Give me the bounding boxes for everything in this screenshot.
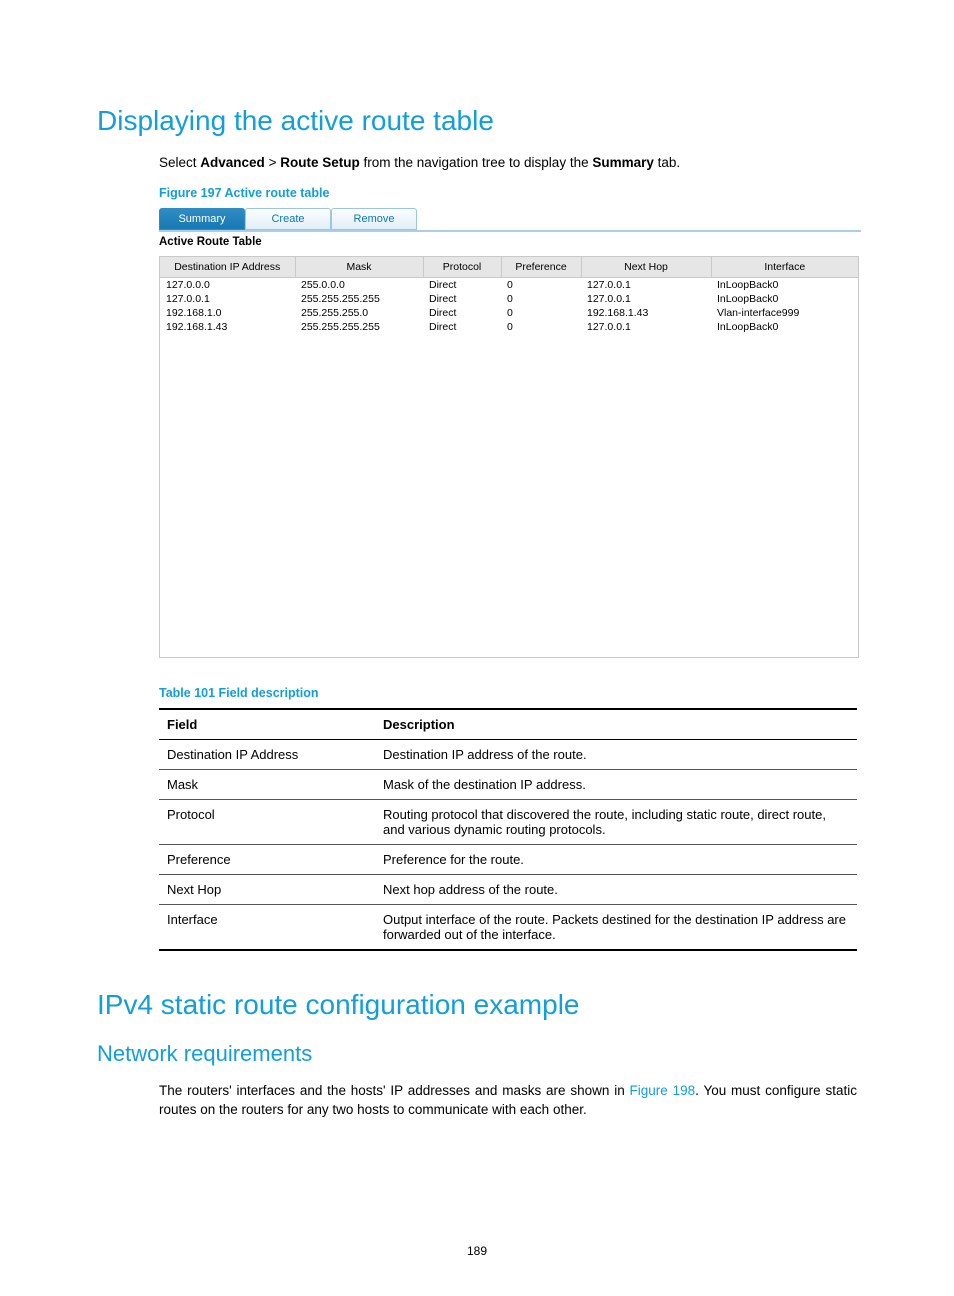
page-number: 189 [0,1244,954,1258]
cell-description: Preference for the route. [375,845,857,875]
cell-field: Destination IP Address [159,740,375,770]
cell-field: Mask [159,770,375,800]
cell-pref: 0 [501,306,581,320]
tab-create[interactable]: Create [245,208,331,230]
table-row: Destination IP AddressDestination IP add… [159,740,857,770]
route-table-grid: Destination IP Address Mask Protocol Pre… [159,256,859,658]
cell-description: Routing protocol that discovered the rou… [375,800,857,845]
cell-field: Preference [159,845,375,875]
cell-description: Next hop address of the route. [375,875,857,905]
table-row[interactable]: 192.168.1.43255.255.255.255Direct0127.0.… [160,320,858,334]
cell-protocol: Direct [423,278,501,292]
cell-nexthop: 127.0.0.1 [581,320,711,334]
tab-summary[interactable]: Summary [159,208,245,230]
tab-bar: Summary Create Remove [159,206,861,230]
col-header-protocol[interactable]: Protocol [423,257,501,278]
cell-pref: 0 [501,278,581,292]
cell-pref: 0 [501,320,581,334]
table-row: MaskMask of the destination IP address. [159,770,857,800]
text: The routers' interfaces and the hosts' I… [159,1083,630,1098]
cell-field: Interface [159,905,375,951]
cell-mask: 255.255.255.255 [295,320,423,334]
cell-dest: 127.0.0.0 [160,278,295,292]
cell-dest: 192.168.1.43 [160,320,295,334]
body-text: The routers' interfaces and the hosts' I… [159,1081,857,1120]
table-row[interactable]: 127.0.0.1255.255.255.255Direct0127.0.0.1… [160,292,858,306]
figure-caption: Figure 197 Active route table [159,186,857,200]
text-bold: Advanced [200,155,265,170]
cell-protocol: Direct [423,292,501,306]
cell-mask: 255.255.255.255 [295,292,423,306]
cell-description: Mask of the destination IP address. [375,770,857,800]
cell-nexthop: 127.0.0.1 [581,292,711,306]
table-row: InterfaceOutput interface of the route. … [159,905,857,951]
col-header-preference[interactable]: Preference [501,257,581,278]
cell-iface: InLoopBack0 [711,292,858,306]
col-header-interface[interactable]: Interface [711,257,858,278]
cell-nexthop: 127.0.0.1 [581,278,711,292]
text-bold: Summary [592,155,654,170]
heading-displaying-active-route-table: Displaying the active route table [97,105,857,137]
cell-description: Destination IP address of the route. [375,740,857,770]
intro-text: Select Advanced > Route Setup from the n… [159,155,857,170]
col-header-field: Field [159,709,375,740]
cell-protocol: Direct [423,306,501,320]
cell-nexthop: 192.168.1.43 [581,306,711,320]
cell-mask: 255.0.0.0 [295,278,423,292]
cell-pref: 0 [501,292,581,306]
cell-field: Protocol [159,800,375,845]
table-row: Next HopNext hop address of the route. [159,875,857,905]
cell-iface: InLoopBack0 [711,278,858,292]
table-row: PreferencePreference for the route. [159,845,857,875]
text-bold: Route Setup [280,155,360,170]
table-row: ProtocolRouting protocol that discovered… [159,800,857,845]
tab-remove[interactable]: Remove [331,208,417,230]
text: Select [159,155,200,170]
cell-field: Next Hop [159,875,375,905]
cell-iface: InLoopBack0 [711,320,858,334]
text: > [265,155,280,170]
table-caption: Table 101 Field description [159,686,857,700]
field-description-table: Field Description Destination IP Address… [159,708,857,951]
col-header-description: Description [375,709,857,740]
col-header-destination[interactable]: Destination IP Address [160,257,295,278]
cell-description: Output interface of the route. Packets d… [375,905,857,951]
table-row[interactable]: 127.0.0.0255.0.0.0Direct0127.0.0.1InLoop… [160,278,858,292]
heading-ipv4-static-route: IPv4 static route configuration example [97,989,857,1021]
figure-container: Summary Create Remove [159,206,861,232]
figure-link[interactable]: Figure 198 [630,1083,696,1098]
table-row[interactable]: 192.168.1.0255.255.255.0Direct0192.168.1… [160,306,858,320]
text: from the navigation tree to display the [360,155,593,170]
col-header-mask[interactable]: Mask [295,257,423,278]
cell-iface: Vlan-interface999 [711,306,858,320]
table-header-row: Destination IP Address Mask Protocol Pre… [160,257,858,278]
col-header-next-hop[interactable]: Next Hop [581,257,711,278]
cell-protocol: Direct [423,320,501,334]
subheading-network-requirements: Network requirements [97,1041,857,1067]
route-table-label: Active Route Table [159,236,857,248]
cell-mask: 255.255.255.0 [295,306,423,320]
text: tab. [654,155,680,170]
cell-dest: 192.168.1.0 [160,306,295,320]
cell-dest: 127.0.0.1 [160,292,295,306]
table-header-row: Field Description [159,709,857,740]
